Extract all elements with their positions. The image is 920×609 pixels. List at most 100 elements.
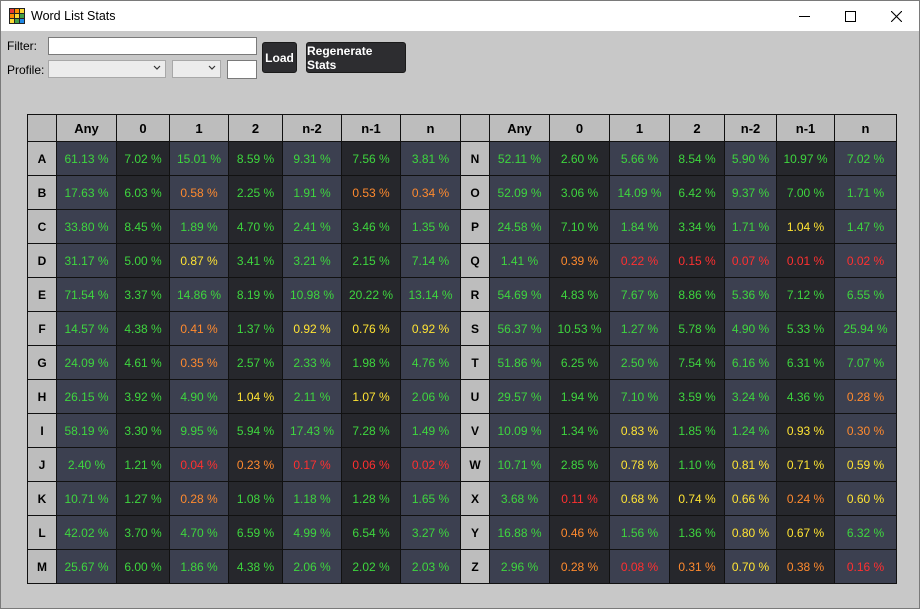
stat-cell: 6.55 % <box>834 277 897 312</box>
filter-label: Filter: <box>7 39 37 53</box>
close-icon <box>890 10 902 22</box>
stat-cell: 1.18 % <box>282 481 342 516</box>
profile-extra-input[interactable] <box>227 60 257 79</box>
table-row: I 58.19 % 3.30 % 9.95 % 5.94 % 17.43 % 7.28 % 1… <box>27 413 897 448</box>
stat-cell: 7.14 % <box>400 243 461 278</box>
header-corner <box>27 114 57 142</box>
stat-cell: 7.07 % <box>834 345 897 380</box>
table-row: D 31.17 % 5.00 % 0.87 % 3.41 % 3.21 % 2.15 % 7.… <box>27 243 897 278</box>
stat-cell: 14.09 % <box>609 175 670 210</box>
table-row: F 14.57 % 4.38 % 0.41 % 1.37 % 0.92 % 0.76 % 0.… <box>27 311 897 346</box>
column-header-left-1: 0 <box>116 114 170 142</box>
table-row: J 2.40 % 1.21 % 0.04 % 0.23 % 0.17 % 0.06 % 0.0… <box>27 447 897 482</box>
stat-cell: 0.93 % <box>776 413 835 448</box>
stat-cell: 2.60 % <box>549 141 610 176</box>
stat-cell: 1.28 % <box>341 481 401 516</box>
stat-cell: 33.80 % <box>56 209 117 244</box>
column-header-left-0: Any <box>56 114 117 142</box>
stat-cell: 5.66 % <box>609 141 670 176</box>
table-row: G 24.09 % 4.61 % 0.35 % 2.57 % 2.33 % 1.98 % 4.… <box>27 345 897 380</box>
stat-cell: 1.04 % <box>776 209 835 244</box>
stat-cell: 3.06 % <box>549 175 610 210</box>
stat-cell: 0.92 % <box>400 311 461 346</box>
stat-cell: 0.22 % <box>609 243 670 278</box>
stat-cell: 0.39 % <box>549 243 610 278</box>
stat-cell: 10.97 % <box>776 141 835 176</box>
stat-cell: 3.30 % <box>116 413 170 448</box>
stat-cell: 0.24 % <box>776 481 835 516</box>
stat-cell: 0.70 % <box>724 549 777 584</box>
stat-cell: 0.28 % <box>549 549 610 584</box>
stat-cell: 4.36 % <box>776 379 835 414</box>
stat-cell: 4.38 % <box>228 549 283 584</box>
title-bar[interactable]: Word List Stats <box>1 1 919 31</box>
stat-cell: 1.94 % <box>549 379 610 414</box>
filter-input[interactable] <box>48 37 257 55</box>
stat-cell: 14.57 % <box>56 311 117 346</box>
stat-cell: 61.13 % <box>56 141 117 176</box>
stat-cell: 8.19 % <box>228 277 283 312</box>
minimize-button[interactable] <box>781 1 827 31</box>
stat-cell: 0.87 % <box>169 243 229 278</box>
table-row: M 25.67 % 6.00 % 1.86 % 4.38 % 2.06 % 2.02 % 2.… <box>27 549 897 584</box>
row-letter-b: B <box>27 175 57 210</box>
stat-cell: 1.07 % <box>341 379 401 414</box>
stat-cell: 2.96 % <box>489 549 550 584</box>
row-letter-u: U <box>460 379 490 414</box>
stat-cell: 1.65 % <box>400 481 461 516</box>
stat-cell: 0.53 % <box>341 175 401 210</box>
chevron-down-icon <box>208 65 216 70</box>
stat-cell: 9.37 % <box>724 175 777 210</box>
close-button[interactable] <box>873 1 919 31</box>
load-button[interactable]: Load <box>262 42 297 73</box>
stat-cell: 0.58 % <box>169 175 229 210</box>
stat-cell: 3.68 % <box>489 481 550 516</box>
table-body: A 61.13 % 7.02 % 15.01 % 8.59 % 9.31 % 7.56 % 3… <box>27 141 897 584</box>
stat-cell: 7.12 % <box>776 277 835 312</box>
stat-cell: 0.16 % <box>834 549 897 584</box>
stat-cell: 1.36 % <box>669 515 725 550</box>
chevron-down-icon <box>153 65 161 70</box>
stat-cell: 1.04 % <box>228 379 283 414</box>
table-row: L 42.02 % 3.70 % 4.70 % 6.59 % 4.99 % 6.54 % 3.… <box>27 515 897 550</box>
column-header-right-3: 2 <box>669 114 725 142</box>
stat-cell: 10.53 % <box>549 311 610 346</box>
stat-cell: 1.47 % <box>834 209 897 244</box>
stat-cell: 24.58 % <box>489 209 550 244</box>
stat-cell: 1.85 % <box>669 413 725 448</box>
profile-option-select[interactable] <box>172 60 221 78</box>
stat-cell: 13.14 % <box>400 277 461 312</box>
stat-cell: 2.06 % <box>400 379 461 414</box>
stat-cell: 3.59 % <box>669 379 725 414</box>
row-letter-e: E <box>27 277 57 312</box>
regenerate-stats-button[interactable]: Regenerate Stats <box>306 42 406 73</box>
stat-cell: 0.59 % <box>834 447 897 482</box>
stat-cell: 10.98 % <box>282 277 342 312</box>
stat-cell: 1.37 % <box>228 311 283 346</box>
grid-app-icon <box>9 8 25 24</box>
maximize-button[interactable] <box>827 1 873 31</box>
row-letter-a: A <box>27 141 57 176</box>
stat-cell: 1.35 % <box>400 209 461 244</box>
word-list-stats-window: Word List Stats Filter: Profile: Load Re… <box>0 0 920 609</box>
stat-cell: 0.34 % <box>400 175 461 210</box>
stat-cell: 4.99 % <box>282 515 342 550</box>
row-letter-r: R <box>460 277 490 312</box>
stat-cell: 0.02 % <box>834 243 897 278</box>
stat-cell: 2.06 % <box>282 549 342 584</box>
stat-cell: 25.67 % <box>56 549 117 584</box>
stat-cell: 0.46 % <box>549 515 610 550</box>
stat-cell: 4.83 % <box>549 277 610 312</box>
column-header-left-6: n <box>400 114 461 142</box>
stat-cell: 2.11 % <box>282 379 342 414</box>
stat-cell: 10.71 % <box>56 481 117 516</box>
stat-cell: 2.40 % <box>56 447 117 482</box>
stat-cell: 14.86 % <box>169 277 229 312</box>
stat-cell: 3.92 % <box>116 379 170 414</box>
stat-cell: 1.84 % <box>609 209 670 244</box>
minimize-icon <box>798 15 810 17</box>
stat-cell: 5.94 % <box>228 413 283 448</box>
profile-select[interactable] <box>48 60 166 78</box>
stat-cell: 2.33 % <box>282 345 342 380</box>
stat-cell: 2.50 % <box>609 345 670 380</box>
